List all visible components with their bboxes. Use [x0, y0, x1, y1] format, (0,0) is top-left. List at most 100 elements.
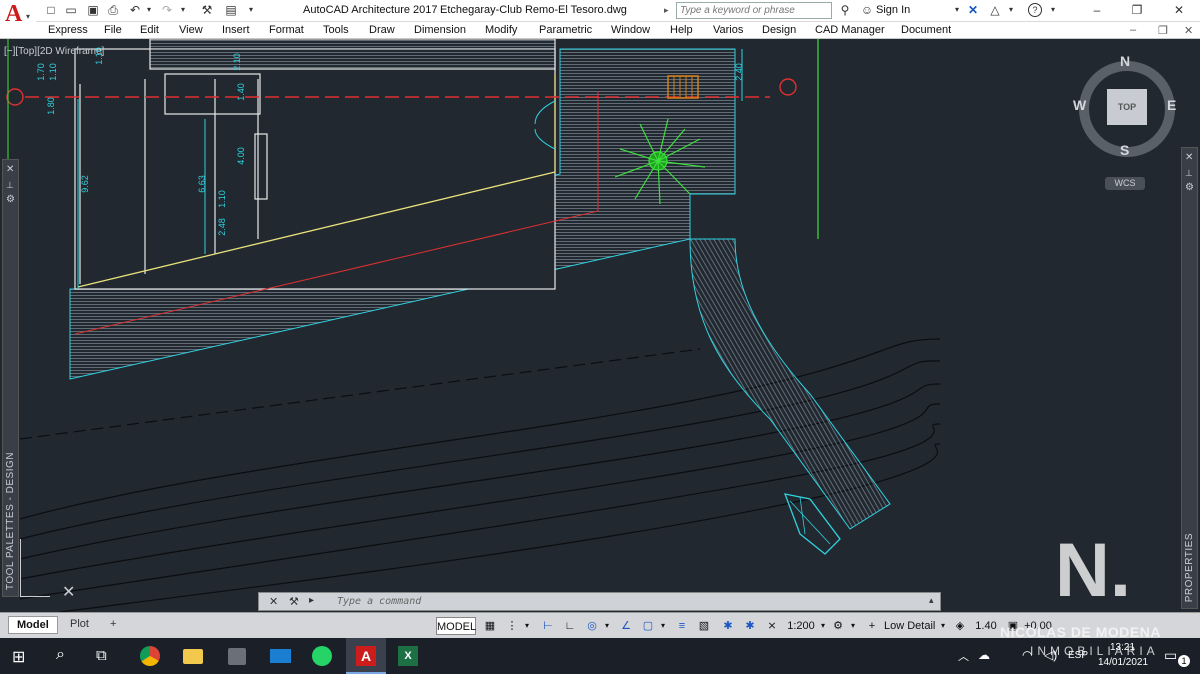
- redo-icon[interactable]: ↷: [160, 3, 174, 17]
- open-file-icon[interactable]: ▭: [64, 3, 78, 17]
- annotation-scale-icon[interactable]: ✱: [720, 617, 736, 635]
- scale-dropdown[interactable]: 1:200: [784, 617, 818, 635]
- redo-dropdown-icon[interactable]: ▾: [176, 3, 190, 17]
- minimize-icon[interactable]: –: [1090, 3, 1104, 17]
- menu-modify[interactable]: Modify: [485, 24, 517, 36]
- transparency-icon[interactable]: ▧: [696, 617, 712, 635]
- menu-express[interactable]: Express: [48, 24, 88, 36]
- drawing-viewport[interactable]: [−][Top][2D Wireframe] 2.40 9.62 6.63 4.…: [0, 39, 1200, 612]
- file-explorer-icon[interactable]: [183, 649, 203, 664]
- restore-icon[interactable]: ❐: [1130, 3, 1144, 17]
- network-icon[interactable]: ◠: [1022, 648, 1032, 662]
- menu-parametric[interactable]: Parametric: [539, 24, 592, 36]
- workspace-gear-icon[interactable]: ⚙: [830, 617, 846, 635]
- menu-window[interactable]: Window: [611, 24, 650, 36]
- chrome-icon[interactable]: [140, 646, 160, 666]
- add-layout-icon[interactable]: +: [102, 616, 124, 634]
- snap-icon[interactable]: ⋮: [504, 617, 520, 635]
- annotation-monitor-icon[interactable]: +: [864, 617, 880, 635]
- mail-icon[interactable]: [270, 649, 291, 663]
- menu-insert[interactable]: Insert: [222, 24, 250, 36]
- excel-icon[interactable]: X: [398, 646, 418, 666]
- compass-south[interactable]: S: [1120, 142, 1129, 158]
- search-dropdown-icon[interactable]: ▸: [664, 5, 669, 16]
- search-input[interactable]: Type a keyword or phrase: [676, 2, 832, 19]
- menu-design[interactable]: Design: [762, 24, 796, 36]
- menu-tools[interactable]: Tools: [323, 24, 349, 36]
- user-icon[interactable]: ☺: [860, 3, 874, 17]
- exchange-icon[interactable]: ✕: [966, 3, 980, 17]
- sign-in-link[interactable]: Sign In: [876, 4, 910, 16]
- menu-edit[interactable]: Edit: [140, 24, 159, 36]
- detail-level-dropdown[interactable]: Low Detail: [884, 617, 940, 635]
- clock-time[interactable]: 13:21: [1110, 642, 1135, 653]
- model-space-button[interactable]: MODEL: [436, 617, 476, 635]
- tab-plot[interactable]: Plot: [62, 616, 97, 634]
- whatsapp-icon[interactable]: [312, 646, 332, 666]
- sign-in-dropdown-icon[interactable]: ▾: [950, 3, 964, 17]
- ortho-icon[interactable]: ∟: [562, 617, 578, 635]
- menu-document[interactable]: Document: [901, 24, 951, 36]
- polar-dropdown-icon[interactable]: ▾: [602, 617, 612, 635]
- calculator-icon[interactable]: ▤: [224, 3, 238, 17]
- menu-help[interactable]: Help: [670, 24, 693, 36]
- menu-view[interactable]: View: [179, 24, 203, 36]
- store-icon[interactable]: [228, 648, 246, 665]
- isodraft-icon[interactable]: ∠: [618, 617, 634, 635]
- menu-dimension[interactable]: Dimension: [414, 24, 466, 36]
- drawing-canvas[interactable]: [0, 39, 1200, 612]
- workspace-tool-icon[interactable]: ⚒: [200, 3, 214, 17]
- viewcube-top-face[interactable]: TOP: [1107, 89, 1147, 125]
- elevation-value[interactable]: 1.40: [972, 617, 1000, 635]
- command-recent-icon[interactable]: ▸: [309, 595, 314, 606]
- tray-chevron-icon[interactable]: ︿: [958, 648, 969, 664]
- osnap-icon[interactable]: ▢: [640, 617, 656, 635]
- clock-date[interactable]: 14/01/2021: [1098, 657, 1148, 668]
- close-icon[interactable]: ✕: [1172, 3, 1186, 17]
- start-button-icon[interactable]: ⊞: [12, 647, 25, 667]
- tab-model[interactable]: Model: [8, 616, 58, 634]
- auto-scale-icon[interactable]: ⨯: [764, 617, 780, 635]
- lineweight-icon[interactable]: ≡: [674, 617, 690, 635]
- tool-palette-strip[interactable]: ✕ ⊥ ⚙ TOOL PALETTES - DESIGN: [2, 159, 19, 597]
- language-indicator[interactable]: ESP: [1068, 650, 1088, 661]
- properties-settings-icon[interactable]: ⚙: [1185, 182, 1194, 193]
- command-line[interactable]: ✕ ⚒ ▸ Type a command ▴: [258, 592, 941, 611]
- command-customize-icon[interactable]: ⚒: [289, 595, 299, 608]
- menu-close-icon[interactable]: ✕: [1184, 24, 1193, 37]
- undo-dropdown-icon[interactable]: ▾: [142, 3, 156, 17]
- compass-west[interactable]: W: [1073, 97, 1086, 113]
- elevation-icon[interactable]: ◈: [952, 617, 968, 635]
- osnap-dropdown-icon[interactable]: ▾: [658, 617, 668, 635]
- save-icon[interactable]: ▣: [86, 3, 100, 17]
- palette-settings-icon[interactable]: ⚙: [6, 194, 15, 205]
- polar-icon[interactable]: ◎: [584, 617, 600, 635]
- command-close-icon[interactable]: ✕: [269, 595, 278, 608]
- menu-format[interactable]: Format: [269, 24, 304, 36]
- viewcube[interactable]: TOP N S E W: [1073, 53, 1179, 161]
- a360-dropdown-icon[interactable]: ▾: [1004, 3, 1018, 17]
- properties-close-icon[interactable]: ✕: [1185, 152, 1193, 163]
- compass-east[interactable]: E: [1167, 97, 1176, 113]
- menu-draw[interactable]: Draw: [369, 24, 395, 36]
- help-icon[interactable]: ?: [1028, 3, 1042, 17]
- a360-icon[interactable]: △: [988, 3, 1002, 17]
- annotation-visibility-icon[interactable]: ✱: [742, 617, 758, 635]
- undo-icon[interactable]: ↶: [128, 3, 142, 17]
- wcs-button[interactable]: WCS: [1105, 177, 1145, 190]
- new-file-icon[interactable]: □: [44, 3, 58, 17]
- command-input[interactable]: Type a command: [337, 596, 927, 607]
- scale-dropdown-icon[interactable]: ▾: [818, 617, 828, 635]
- palette-close-icon[interactable]: ✕: [6, 164, 14, 175]
- task-view-icon[interactable]: ⧉: [96, 647, 107, 664]
- workspace-dropdown-icon[interactable]: ▾: [848, 617, 858, 635]
- autocad-taskbar-icon[interactable]: A: [346, 638, 386, 674]
- viewport-label[interactable]: [−][Top][2D Wireframe]: [4, 46, 104, 57]
- properties-pin-icon[interactable]: ⊥: [1185, 168, 1193, 179]
- snap-dropdown-icon[interactable]: ▾: [522, 617, 532, 635]
- binoculars-icon[interactable]: ⚲: [838, 3, 852, 17]
- menu-file[interactable]: File: [104, 24, 122, 36]
- onedrive-icon[interactable]: ☁: [978, 648, 990, 662]
- help-dropdown-icon[interactable]: ▾: [1046, 3, 1060, 17]
- infer-constraints-icon[interactable]: ⊢: [540, 617, 556, 635]
